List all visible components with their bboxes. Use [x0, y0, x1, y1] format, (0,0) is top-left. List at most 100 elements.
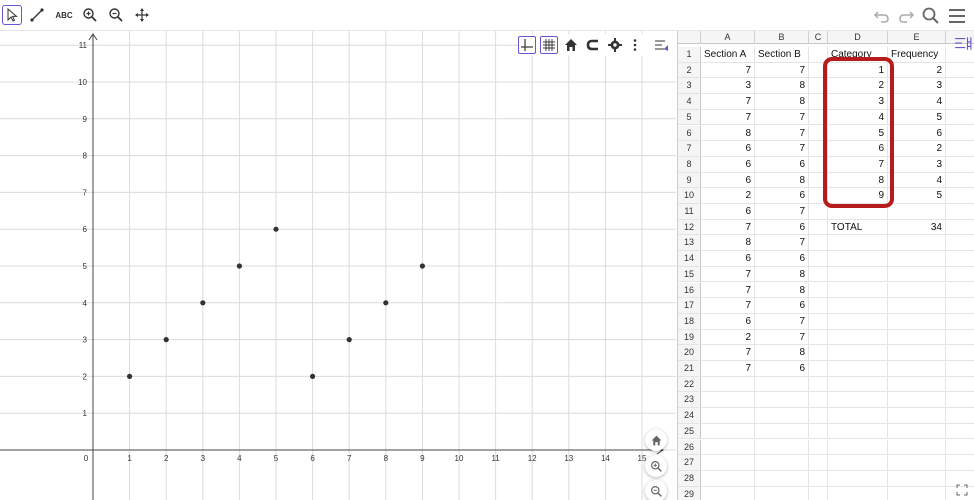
spreadsheet-cell[interactable]: [809, 455, 828, 471]
spreadsheet-cell[interactable]: [888, 345, 946, 361]
spreadsheet-cell[interactable]: [755, 439, 809, 456]
row-header[interactable]: 3: [678, 78, 701, 95]
spreadsheet-cell[interactable]: 2: [701, 329, 755, 346]
spreadsheet-cell[interactable]: Section B: [755, 47, 809, 63]
spreadsheet-cell[interactable]: 7: [755, 62, 809, 79]
row-header[interactable]: 10: [678, 188, 701, 204]
spreadsheet-cell[interactable]: 5: [888, 188, 946, 204]
spreadsheet-cell[interactable]: [809, 392, 828, 409]
spreadsheet-cell[interactable]: [888, 298, 946, 314]
spreadsheet-cell[interactable]: 3: [701, 78, 755, 95]
spreadsheet-cell[interactable]: [809, 408, 828, 424]
more-options-button[interactable]: [626, 36, 644, 54]
spreadsheet-cell[interactable]: [809, 204, 828, 220]
spreadsheet-cell[interactable]: 4: [888, 94, 946, 110]
spreadsheet-cell[interactable]: 6: [701, 156, 755, 173]
spreadsheet-cell[interactable]: [809, 266, 828, 283]
menu-button[interactable]: [946, 5, 968, 27]
spreadsheet-cell[interactable]: 6: [701, 204, 755, 220]
spreadsheet-cell[interactable]: 7: [755, 109, 809, 126]
spreadsheet-cell[interactable]: [755, 376, 809, 393]
text-tool-button[interactable]: ABC: [53, 5, 75, 25]
row-header[interactable]: 14: [678, 251, 701, 267]
spreadsheet-cell[interactable]: 3: [888, 156, 946, 173]
spreadsheet-cell[interactable]: [701, 470, 755, 487]
spreadsheet-cell[interactable]: 6: [755, 298, 809, 314]
column-header[interactable]: C: [809, 31, 828, 44]
spreadsheet-cell[interactable]: 7: [701, 94, 755, 110]
spreadsheet-cell[interactable]: [828, 345, 888, 361]
row-header[interactable]: 26: [678, 439, 701, 456]
spreadsheet-cell[interactable]: [701, 486, 755, 500]
search-button[interactable]: [920, 5, 942, 27]
spreadsheet-cell[interactable]: 34: [888, 219, 946, 236]
spreadsheet-cell[interactable]: 6: [888, 125, 946, 142]
spreadsheet-cell[interactable]: 4: [888, 172, 946, 189]
spreadsheet-cell[interactable]: [828, 266, 888, 283]
spreadsheet-cell[interactable]: 6: [755, 156, 809, 173]
spreadsheet-cell[interactable]: [888, 251, 946, 267]
spreadsheet-cell[interactable]: [809, 329, 828, 346]
toggle-style-bar-button[interactable]: [652, 36, 672, 54]
spreadsheet-cell[interactable]: Frequency: [888, 47, 946, 63]
spreadsheet-cell[interactable]: 8: [755, 78, 809, 95]
undo-button[interactable]: [871, 5, 893, 27]
spreadsheet-cell[interactable]: [809, 423, 828, 440]
spreadsheet-cell[interactable]: 7: [755, 204, 809, 220]
home-button[interactable]: [645, 429, 667, 451]
scatter-plot[interactable]: 0 1 2 3 4 5 6 7 8 9 10 11 12 13 14 151234567891011: [0, 31, 676, 500]
spreadsheet-cell[interactable]: [888, 439, 946, 456]
spreadsheet-cell[interactable]: [809, 345, 828, 361]
spreadsheet-cell[interactable]: [888, 235, 946, 252]
spreadsheet-cell[interactable]: [888, 376, 946, 393]
spreadsheet-cell[interactable]: [809, 235, 828, 252]
spreadsheet-cell[interactable]: 8: [755, 345, 809, 361]
spreadsheet-cell[interactable]: [828, 282, 888, 299]
move-graphics-tool-button[interactable]: [132, 5, 152, 25]
spreadsheet-cell[interactable]: 6: [701, 141, 755, 157]
spreadsheet-cell[interactable]: 6: [755, 251, 809, 267]
spreadsheet-cell[interactable]: [809, 486, 828, 500]
spreadsheet-cell[interactable]: 7: [701, 298, 755, 314]
spreadsheet-cell[interactable]: 8: [701, 235, 755, 252]
spreadsheet-cell[interactable]: 6: [701, 313, 755, 330]
spreadsheet-cell[interactable]: 7: [755, 313, 809, 330]
spreadsheet-cell[interactable]: [701, 439, 755, 456]
spreadsheet-cell[interactable]: TOTAL: [828, 219, 888, 236]
row-header[interactable]: 13: [678, 235, 701, 252]
spreadsheet-cell[interactable]: [828, 408, 888, 424]
spreadsheet-cell[interactable]: 7: [701, 219, 755, 236]
spreadsheet-cell[interactable]: [809, 470, 828, 487]
spreadsheet-cell[interactable]: [828, 235, 888, 252]
spreadsheet-cell[interactable]: [828, 361, 888, 377]
axes-toggle-button[interactable]: [518, 36, 536, 54]
spreadsheet-cell[interactable]: [888, 423, 946, 440]
spreadsheet-cell[interactable]: 2: [701, 188, 755, 204]
spreadsheet-cell[interactable]: [809, 219, 828, 236]
row-header[interactable]: 16: [678, 282, 701, 299]
spreadsheet-cell[interactable]: 2: [888, 62, 946, 79]
spreadsheet-cell[interactable]: [755, 455, 809, 471]
row-header[interactable]: 23: [678, 392, 701, 409]
spreadsheet-cell[interactable]: 7: [755, 329, 809, 346]
spreadsheet-cell[interactable]: 7: [701, 345, 755, 361]
spreadsheet-cell[interactable]: [701, 376, 755, 393]
spreadsheet-cell[interactable]: 8: [701, 125, 755, 142]
spreadsheet-cell[interactable]: 7: [701, 361, 755, 377]
spreadsheet-view[interactable]: A B C D E 1 Section A Section B Category Frequenc…: [677, 31, 974, 500]
spreadsheet-cell[interactable]: [828, 486, 888, 500]
spreadsheet-cell[interactable]: 6: [755, 188, 809, 204]
spreadsheet-cell[interactable]: [809, 298, 828, 314]
column-header[interactable]: A: [701, 31, 755, 44]
spreadsheet-cell[interactable]: 2: [888, 141, 946, 157]
graphics-view[interactable]: 0 1 2 3 4 5 6 7 8 9 10 11 12 13 14 15 1 2 3 4 5 6 7 8 9 10 11: [0, 31, 676, 500]
spreadsheet-cell[interactable]: [809, 376, 828, 393]
spreadsheet-cell[interactable]: 5: [888, 109, 946, 126]
spreadsheet-cell[interactable]: 7: [755, 235, 809, 252]
spreadsheet-cell[interactable]: [888, 486, 946, 500]
row-header[interactable]: 5: [678, 109, 701, 126]
spreadsheet-cell[interactable]: 7: [701, 109, 755, 126]
spreadsheet-cell[interactable]: [828, 455, 888, 471]
row-header[interactable]: 29: [678, 486, 701, 500]
spreadsheet-cell[interactable]: 7: [755, 141, 809, 157]
